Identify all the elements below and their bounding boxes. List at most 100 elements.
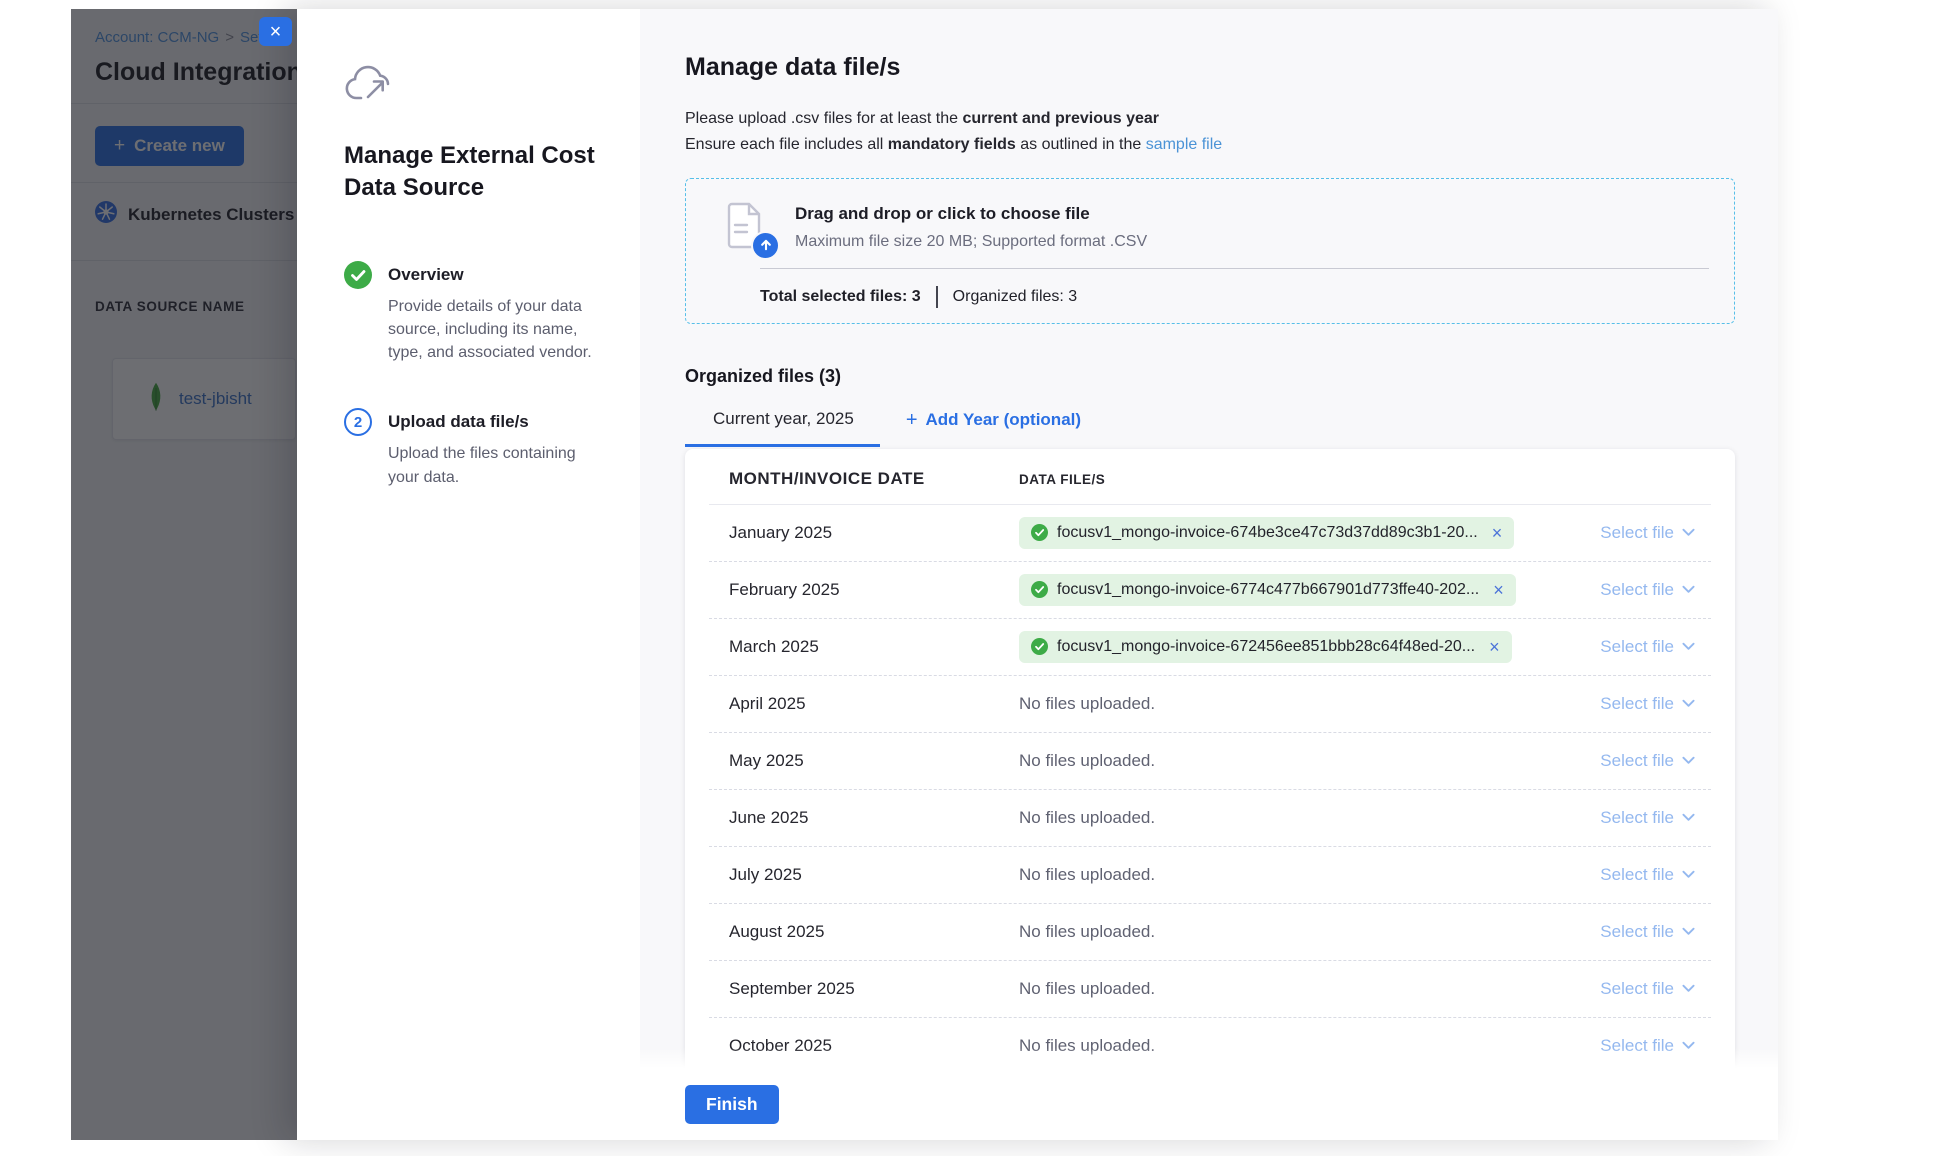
table-row: February 2025 focusv1_mo [709,562,1711,619]
month-label: September 2025 [729,979,1019,999]
select-file-dropdown[interactable]: Select file [1600,694,1695,714]
file-chip: focusv1_mongo-invoice-6774c477b667901d77… [1019,574,1516,606]
step-overview-description: Provide details of your data source, inc… [388,295,598,365]
table-header-row: MONTH/INVOICE DATE DATA FILE/S [709,455,1711,505]
select-file-dropdown[interactable]: Select file [1600,808,1695,828]
sample-file-link[interactable]: sample file [1146,136,1222,153]
month-label: August 2025 [729,922,1019,942]
check-circle-icon [1031,581,1048,598]
empty-text: No files uploaded. [1019,694,1155,714]
empty-text: No files uploaded. [1019,751,1155,771]
check-circle-icon [1031,524,1048,541]
chevron-down-icon [1682,756,1695,765]
upload-instructions: Please upload .csv files for at least th… [685,106,1735,158]
table-row: July 2025 No files uploaded. Select file [709,847,1711,904]
file-counts: Total selected files: 3 Organized files:… [760,286,1709,308]
chevron-down-icon [1682,870,1695,879]
manage-data-source-drawer: Manage External Cost Data Source Overvie… [297,9,1778,1140]
chevron-down-icon [1682,984,1695,993]
plus-icon: + [906,409,918,432]
file-chip: focusv1_mongo-invoice-672456ee851bbb28c6… [1019,631,1512,663]
empty-text: No files uploaded. [1019,979,1155,999]
file-chip-name: focusv1_mongo-invoice-674be3ce47c73d37dd… [1057,524,1478,542]
close-button[interactable]: × [259,17,292,46]
file-chip-name: focusv1_mongo-invoice-672456ee851bbb28c6… [1057,638,1475,656]
remove-file-icon[interactable]: × [1489,638,1500,656]
chevron-down-icon [1682,585,1695,594]
instruction-line-2: Ensure each file includes all mandatory … [685,132,1735,158]
table-row: May 2025 No files uploaded. Select file [709,733,1711,790]
table-row: September 2025 No files uploaded. Select… [709,961,1711,1018]
vertical-divider [936,286,938,308]
organized-files-count: Organized files: 3 [953,288,1078,306]
month-label: May 2025 [729,751,1019,771]
chevron-down-icon [1682,927,1695,936]
chevron-down-icon [1682,699,1695,708]
organized-files-heading: Organized files (3) [685,366,1735,387]
dropzone-subtitle: Maximum file size 20 MB; Supported forma… [795,233,1147,251]
file-dropzone[interactable]: Drag and drop or click to choose file Ma… [685,178,1735,324]
step-upload-data-files[interactable]: 2 Upload data file/s Upload the files co… [344,408,606,488]
month-label: June 2025 [729,808,1019,828]
month-label: February 2025 [729,580,1019,600]
add-year-button[interactable]: + Add Year (optional) [906,409,1081,447]
step-number-icon: 2 [344,408,372,436]
header-month-invoice-date: MONTH/INVOICE DATE [729,469,1019,489]
month-label: March 2025 [729,637,1019,657]
chevron-down-icon [1682,528,1695,537]
year-tabs: Current year, 2025 + Add Year (optional) [685,409,1735,447]
chevron-down-icon [1682,813,1695,822]
select-file-dropdown[interactable]: Select file [1600,922,1695,942]
empty-text: No files uploaded. [1019,808,1155,828]
file-chip: focusv1_mongo-invoice-674be3ce47c73d37dd… [1019,517,1514,549]
select-file-dropdown[interactable]: Select file [1600,751,1695,771]
tab-current-year[interactable]: Current year, 2025 [685,409,880,447]
total-selected-files: Total selected files: 3 [760,288,921,306]
stepper-panel: Manage External Cost Data Source Overvie… [297,9,640,1140]
screenshot-canvas: Account: CCM-NG>Set Cloud Integration + … [0,0,1934,1156]
step-overview-title: Overview [388,261,598,285]
month-label: July 2025 [729,865,1019,885]
file-chip-name: focusv1_mongo-invoice-6774c477b667901d77… [1057,581,1479,599]
table-row: April 2025 No files uploaded. Select fil… [709,676,1711,733]
background-page: Account: CCM-NG>Set Cloud Integration + … [71,9,297,1140]
remove-file-icon[interactable]: × [1492,524,1503,542]
panel-title: Manage data file/s [685,53,1735,82]
step-complete-check-icon [344,261,372,289]
step-upload-description: Upload the files containing your data. [388,442,598,488]
divider [760,268,1709,269]
upload-document-icon [723,201,777,255]
monthly-files-card: MONTH/INVOICE DATE DATA FILE/S January 2… [685,449,1735,1140]
select-file-dropdown[interactable]: Select file [1600,865,1695,885]
add-year-label: Add Year (optional) [926,410,1082,430]
table-row: June 2025 No files uploaded. Select file [709,790,1711,847]
month-label: January 2025 [729,523,1019,543]
empty-text: No files uploaded. [1019,865,1155,885]
table-row: January 2025 focusv1_mon [709,505,1711,562]
close-icon: × [270,22,282,42]
stepper: Overview Provide details of your data so… [344,261,606,489]
upload-arrow-icon [751,231,780,260]
header-data-files: DATA FILE/S [1019,472,1565,487]
table-row: August 2025 No files uploaded. Select fi… [709,904,1711,961]
month-label: April 2025 [729,694,1019,714]
modal-dim-overlay [71,9,297,1140]
select-file-dropdown[interactable]: Select file [1600,979,1695,999]
check-circle-icon [1031,638,1048,655]
dropzone-title: Drag and drop or click to choose file [795,201,1147,224]
empty-text: No files uploaded. [1019,922,1155,942]
drawer-footer: Finish [640,1068,1778,1140]
step-upload-title: Upload data file/s [388,408,598,432]
manage-data-files-panel: Manage data file/s Please upload .csv fi… [640,9,1778,1140]
select-file-dropdown[interactable]: Select file [1600,580,1695,600]
chevron-down-icon [1682,642,1695,651]
step-overview[interactable]: Overview Provide details of your data so… [344,261,606,365]
select-file-dropdown[interactable]: Select file [1600,637,1695,657]
select-file-dropdown[interactable]: Select file [1600,523,1695,543]
cloud-export-icon [344,92,392,109]
remove-file-icon[interactable]: × [1493,581,1504,599]
instruction-line-1: Please upload .csv files for at least th… [685,106,1735,132]
app-window: Account: CCM-NG>Set Cloud Integration + … [71,9,1778,1140]
finish-button[interactable]: Finish [685,1085,779,1124]
drawer-title: Manage External Cost Data Source [344,140,604,205]
